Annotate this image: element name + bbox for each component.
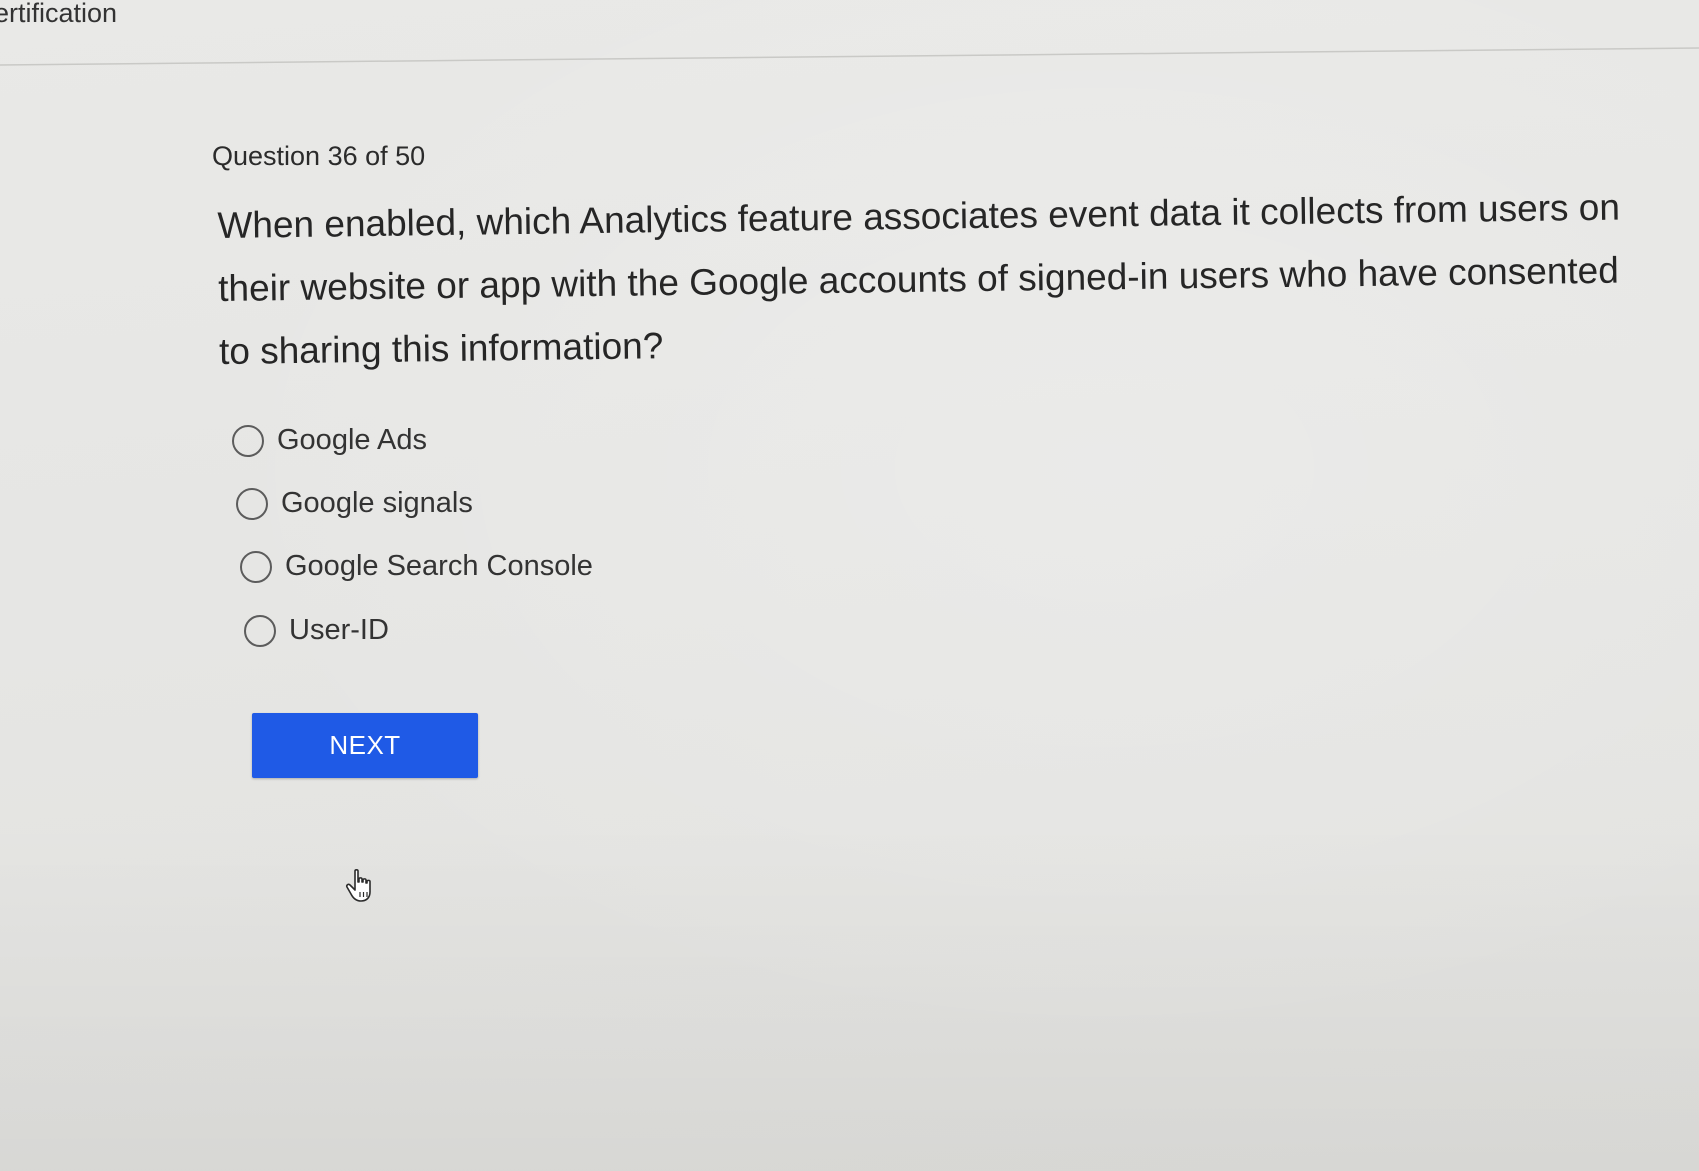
option-label: Google signals: [281, 487, 473, 519]
option-google-ads[interactable]: Google Ads: [232, 424, 427, 457]
option-google-signals[interactable]: Google signals: [236, 487, 473, 520]
option-label: Google Search Console: [285, 550, 593, 582]
option-label: Google Ads: [277, 424, 427, 456]
background: [0, 0, 1699, 1171]
question-text: When enabled, which Analytics feature as…: [217, 186, 1621, 372]
hand-pointer-icon: [345, 869, 371, 902]
page-header: ertification: [0, 0, 1699, 62]
radio-unchecked-icon[interactable]: [240, 550, 272, 583]
option-google-search-console[interactable]: Google Search Console: [240, 550, 593, 583]
next-button[interactable]: NEXT: [252, 713, 478, 778]
option-user-id[interactable]: User-ID: [244, 614, 389, 647]
app-title: ertification: [0, 0, 118, 28]
radio-unchecked-icon[interactable]: [244, 614, 276, 647]
radio-unchecked-icon[interactable]: [236, 487, 268, 520]
radio-unchecked-icon[interactable]: [232, 424, 264, 457]
option-label: User-ID: [289, 614, 389, 646]
question-progress: Question 36 of 50: [212, 141, 426, 171]
